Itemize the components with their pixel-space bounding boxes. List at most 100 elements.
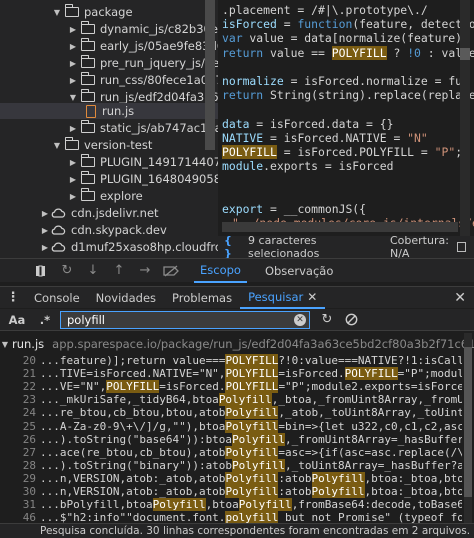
cloud-icon [51,242,66,252]
clear-results-icon[interactable] [344,313,358,327]
search-query: polyfill [67,312,105,327]
match-highlight: Polyfill [218,393,272,407]
chevron-right-icon[interactable]: ▶ [68,192,78,201]
code-line: export = __commonJS({ [222,202,366,217]
folder-icon [80,55,95,68]
step-over-icon[interactable]: ↻ [56,260,78,282]
editor-scrollbar[interactable] [460,0,470,236]
match-highlight: Polyfill [232,458,286,472]
tab-problemas[interactable]: Problemas [164,287,240,309]
step-into-icon[interactable]: ↓ [82,260,104,282]
chevron-right-icon[interactable]: ▶ [68,59,78,68]
code-token: NATIVE [222,130,264,145]
result-fragment: ...ace(re_btou,cb_btou),atob [40,445,226,459]
code-token: ? [386,45,408,60]
tree-domain[interactable]: ▶ cdn.skypack.dev [0,222,167,238]
chevron-right-icon[interactable]: ▶ [68,175,78,184]
tab-pesquisar[interactable]: Pesquisar ✕ [240,287,326,309]
clear-search-icon[interactable]: ✕ [294,313,306,326]
result-fragment: ...TIVE=isForced.NATIVE="N", [40,367,226,381]
code-line: normalize = isForced.normalize = fun [222,74,469,89]
code-token: = isForced.POLYFILL = [276,145,435,159]
result-file-header[interactable]: ▼ run.js app.sparespace.io/package/run_j… [0,336,474,352]
tree-folder[interactable]: ▶ PLUGIN_1648049058728x [0,171,218,187]
tree-folder[interactable]: ▶ PLUGIN_1491714407143x [0,154,218,170]
tab-pesquisar-label: Pesquisar [248,289,304,304]
sidebar-toggle-icon[interactable] [457,242,466,252]
code-token: return [222,45,264,60]
tab-escopo[interactable]: Escopo [194,259,247,283]
chevron-right-icon[interactable]: ▶ [40,226,50,235]
step-out-icon[interactable]: ↑ [108,260,130,282]
match-highlight: Polyfill [311,485,365,498]
chevron-right-icon[interactable]: ▶ [40,209,50,218]
refresh-icon[interactable]: ↻ [320,312,334,327]
chevron-right-icon[interactable]: ▶ [40,243,50,252]
results-scrollbar[interactable] [464,333,472,523]
cloud-icon [51,208,66,218]
search-row: Aa .* polyfill ✕ ↻ [0,309,474,331]
folder-icon [64,4,79,17]
chevron-down-icon[interactable]: ▼ [52,8,62,17]
step-icon[interactable]: → [134,260,156,282]
code-token: = isForced.data = {} [249,116,394,131]
tree-domain[interactable]: ▶ d1muf25xaso8hp.cloudfront.n [0,239,218,255]
code-editor[interactable]: "../node_modules/core-js/internals/expor… [218,0,474,236]
result-line-number: 46 [22,511,36,523]
tab-console[interactable]: Console [26,287,88,309]
code-token: value = data[normalize(feature)] [242,31,469,46]
result-file-name: run.js [12,337,45,351]
selection-info: 9 caracteres selecionados [248,234,320,260]
deactivate-breakpoints-icon[interactable] [160,260,182,282]
close-icon[interactable]: ✕ [307,290,317,304]
tree-folder[interactable]: ▼ version-test [0,137,152,153]
tree-folder[interactable]: ▶ explore [0,188,143,204]
folder-icon [80,89,95,102]
file-icon [86,104,96,118]
close-drawer-icon[interactable]: ✕ [454,290,466,306]
tree-scrollbar[interactable] [205,0,215,150]
match-highlight: Polyfill [232,432,286,446]
code-token: .placement = /#|\.prototype\./ [222,3,428,17]
chevron-right-icon[interactable]: ▶ [68,25,78,34]
code-line: module.exports = isForced [222,159,393,174]
code-token: return [222,88,264,103]
tree-folder[interactable]: ▶ static_js/ab747ac11a7ecf3 [0,120,218,136]
pretty-print-button[interactable]: { } [224,234,240,260]
match-highlight: Polyfill [225,485,279,498]
search-input[interactable]: polyfill ✕ [60,310,310,329]
code-token: function [297,17,353,32]
result-row[interactable]: 46 ...$"h2:info""document.font.polyfill b… [0,510,462,523]
folder-icon [64,137,79,150]
result-fragment: ...n,VERSION,atob:_atob,atob [40,485,226,498]
tree-domain[interactable]: ▶ cdn.jsdelivr.net [0,205,159,221]
tree-folder[interactable]: ▶ early_js/05ae9fe83d6b755 [0,38,218,54]
chevron-down-icon[interactable]: ▼ [68,93,78,102]
tab-observacao[interactable]: Observação [259,259,339,283]
search-status: Pesquisa concluída. 30 linhas correspond… [0,523,474,538]
result-text: ...$"h2:info""document.font.polyfill but… [40,510,462,523]
match-case-button[interactable]: Aa [6,313,28,327]
tree-folder[interactable]: ▼ package [0,4,133,20]
chevron-down-icon: ▼ [1,339,9,349]
folder-icon [80,154,95,167]
tree-folder[interactable]: ▶ run_css/80fece1a0d7839c [0,72,218,88]
editor-horizontal-scrollbar[interactable] [222,222,458,232]
regex-button[interactable]: .* [34,313,56,327]
result-fragment: =asc=>{if(asc=asc.replace(/\s+/g,""),!b6… [278,445,462,459]
code-token: = __commonJS({ [263,201,367,216]
result-fragment: ,_fromUint8Array=_hasBuffer?a=>import_bu… [285,432,462,446]
chevron-down-icon[interactable]: ▼ [52,141,62,150]
tree-item-label: explore [100,189,143,203]
tree-file[interactable]: run.js [0,103,218,119]
chevron-right-icon[interactable]: ▶ [68,76,78,85]
more-options-icon[interactable]: ⋮ [0,290,26,305]
chevron-right-icon[interactable]: ▶ [68,158,78,167]
chevron-right-icon[interactable]: ▶ [68,124,78,133]
code-token: (feature, detectio [352,17,474,32]
tree-folder[interactable]: ▶ dynamic_js/c82b30e2c56e [0,21,218,37]
pause-icon[interactable] [30,260,52,282]
tab-novidades[interactable]: Novidades [88,287,164,309]
chevron-right-icon[interactable]: ▶ [68,42,78,51]
tree-folder[interactable]: ▶ pre_run_jquery_js/dee903 [0,55,218,71]
